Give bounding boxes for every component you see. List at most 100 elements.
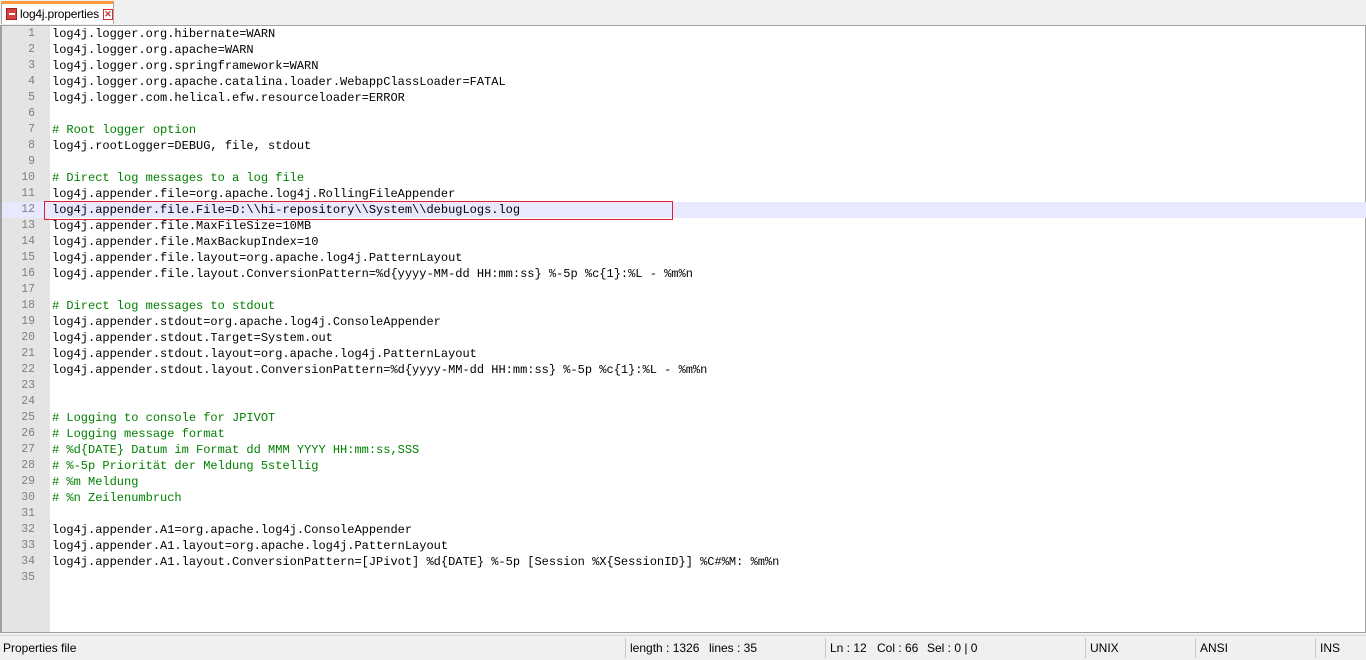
editor-lines[interactable]: 1 log4j.logger.org.hibernate=WARN 2 log4j.l… xyxy=(2,26,1366,586)
line-number: 20 xyxy=(21,331,35,344)
comment-text: # %-5p Priorität der Meldung 5stellig xyxy=(52,459,319,473)
line-number: 33 xyxy=(21,539,35,552)
code-text: log4j.appender.A1=org.apache.log4j.Conso… xyxy=(52,523,413,537)
code-line[interactable]: 32 log4j.appender.A1=org.apache.log4j.Con… xyxy=(2,522,1366,538)
line-number: 11 xyxy=(21,187,35,200)
code-text: log4j.appender.file.MaxFileSize=10MB xyxy=(52,219,312,233)
code-line[interactable]: 22 log4j.appender.stdout.layout.Conversio… xyxy=(2,362,1366,378)
code-line[interactable]: 33 log4j.appender.A1.layout=org.apache.lo… xyxy=(2,538,1366,554)
line-number: 21 xyxy=(21,347,35,360)
code-line[interactable]: 15 log4j.appender.file.layout=org.apache.… xyxy=(2,250,1366,266)
line-number: 24 xyxy=(21,395,35,408)
code-text: log4j.appender.file.MaxBackupIndex=10 xyxy=(52,235,319,249)
code-line[interactable]: 25 # Logging to console for JPIVOT xyxy=(2,410,1366,426)
text-editor[interactable]: 1 log4j.logger.org.hibernate=WARN 2 log4j.l… xyxy=(0,25,1366,633)
code-text: log4j.logger.org.apache.catalina.loader.… xyxy=(52,75,506,89)
code-text: log4j.appender.stdout.layout=org.apache.… xyxy=(52,347,477,361)
code-line[interactable]: 27 # %d{DATE} Datum im Format dd MMM YYYY… xyxy=(2,442,1366,458)
line-number: 6 xyxy=(28,107,35,120)
tab-bar: log4j.properties ✕ xyxy=(0,0,1366,25)
code-line[interactable]: 7 # Root logger option xyxy=(2,122,1366,138)
code-line[interactable]: 24 xyxy=(2,394,1366,410)
tab-log4j-properties[interactable]: log4j.properties ✕ xyxy=(1,1,114,24)
line-number: 1 xyxy=(28,27,35,40)
line-number: 35 xyxy=(21,571,35,584)
line-number: 29 xyxy=(21,475,35,488)
comment-text: # Logging message format xyxy=(52,427,225,441)
line-number: 30 xyxy=(21,491,35,504)
line-number: 26 xyxy=(21,427,35,440)
code-line[interactable]: 6 xyxy=(2,106,1366,122)
code-line[interactable]: 26 # Logging message format xyxy=(2,426,1366,442)
code-text: log4j.appender.file.layout.ConversionPat… xyxy=(52,267,693,281)
line-number: 17 xyxy=(21,283,35,296)
code-line[interactable]: 9 xyxy=(2,154,1366,170)
code-line[interactable]: 30 # %n Zeilenumbruch xyxy=(2,490,1366,506)
code-line[interactable]: 12 log4j.appender.file.File=D:\\hi-reposi… xyxy=(2,202,1366,218)
line-number: 32 xyxy=(21,523,35,536)
code-text: log4j.appender.A1.layout=org.apache.log4… xyxy=(52,539,449,553)
selection-info: Sel : 0 | 0 xyxy=(927,641,978,655)
file-type: Properties file xyxy=(3,641,77,655)
comment-text: # %m Meldung xyxy=(52,475,139,489)
line-number: 18 xyxy=(21,299,35,312)
code-line[interactable]: 11 log4j.appender.file=org.apache.log4j.R… xyxy=(2,186,1366,202)
eol-format[interactable]: UNIX xyxy=(1090,636,1119,660)
status-divider xyxy=(1195,638,1196,658)
comment-text: # %n Zeilenumbruch xyxy=(52,491,182,505)
insert-mode[interactable]: INS xyxy=(1320,636,1340,660)
code-line[interactable]: 20 log4j.appender.stdout.Target=System.ou… xyxy=(2,330,1366,346)
code-line[interactable]: 10 # Direct log messages to a log file xyxy=(2,170,1366,186)
code-line[interactable]: 5 log4j.logger.com.helical.efw.resourcelo… xyxy=(2,90,1366,106)
code-line[interactable]: 1 log4j.logger.org.hibernate=WARN xyxy=(2,26,1366,42)
code-text: log4j.appender.stdout=org.apache.log4j.C… xyxy=(52,315,441,329)
code-line[interactable]: 19 log4j.appender.stdout=org.apache.log4j… xyxy=(2,314,1366,330)
code-line[interactable]: 8 log4j.rootLogger=DEBUG, file, stdout xyxy=(2,138,1366,154)
status-divider xyxy=(1315,638,1316,658)
status-divider xyxy=(1085,638,1086,658)
code-line[interactable]: 3 log4j.logger.org.springframework=WARN xyxy=(2,58,1366,74)
code-line[interactable]: 35 xyxy=(2,570,1366,586)
comment-text: # %d{DATE} Datum im Format dd MMM YYYY H… xyxy=(52,443,420,457)
lines-info: lines : 35 xyxy=(709,641,758,655)
code-line[interactable]: 28 # %-5p Priorität der Meldung 5stellig xyxy=(2,458,1366,474)
line-number: 31 xyxy=(21,507,35,520)
code-line[interactable]: 34 log4j.appender.A1.layout.ConversionPat… xyxy=(2,554,1366,570)
line-number: 3 xyxy=(28,59,35,72)
code-line[interactable]: 14 log4j.appender.file.MaxBackupIndex=10 xyxy=(2,234,1366,250)
line-number: 15 xyxy=(21,251,35,264)
encoding[interactable]: ANSI xyxy=(1200,636,1228,660)
line-number: 28 xyxy=(21,459,35,472)
code-line[interactable]: 17 xyxy=(2,282,1366,298)
line-number: 10 xyxy=(21,171,35,184)
code-text: log4j.appender.stdout.layout.ConversionP… xyxy=(52,363,708,377)
line-number: 14 xyxy=(21,235,35,248)
code-line[interactable]: 13 log4j.appender.file.MaxFileSize=10MB xyxy=(2,218,1366,234)
code-line[interactable]: 23 xyxy=(2,378,1366,394)
code-line[interactable]: 31 xyxy=(2,506,1366,522)
line-number: 9 xyxy=(28,155,35,168)
code-line[interactable]: 16 log4j.appender.file.layout.ConversionP… xyxy=(2,266,1366,282)
close-icon[interactable]: ✕ xyxy=(102,8,113,20)
comment-text: # Direct log messages to stdout xyxy=(52,299,276,313)
line-number: 12 xyxy=(21,203,35,216)
line-number: 4 xyxy=(28,75,35,88)
column-position: Col : 66 xyxy=(877,641,919,655)
line-number: 13 xyxy=(21,219,35,232)
line-number: 16 xyxy=(21,267,35,280)
length-info: length : 1326 xyxy=(630,641,700,655)
code-line[interactable]: 4 log4j.logger.org.apache.catalina.loader… xyxy=(2,74,1366,90)
code-line[interactable]: 29 # %m Meldung xyxy=(2,474,1366,490)
code-text: log4j.rootLogger=DEBUG, file, stdout xyxy=(52,139,312,153)
code-line[interactable]: 2 log4j.logger.org.apache=WARN xyxy=(2,42,1366,58)
code-line[interactable]: 21 log4j.appender.stdout.layout=org.apach… xyxy=(2,346,1366,362)
line-number: 25 xyxy=(21,411,35,424)
line-number: 27 xyxy=(21,443,35,456)
tab-label: log4j.properties xyxy=(20,7,99,21)
line-number: 7 xyxy=(28,123,35,136)
line-number: 8 xyxy=(28,139,35,152)
code-line[interactable]: 18 # Direct log messages to stdout xyxy=(2,298,1366,314)
code-text: log4j.logger.org.hibernate=WARN xyxy=(52,27,276,41)
line-number: 2 xyxy=(28,43,35,56)
comment-text: # Root logger option xyxy=(52,123,197,137)
